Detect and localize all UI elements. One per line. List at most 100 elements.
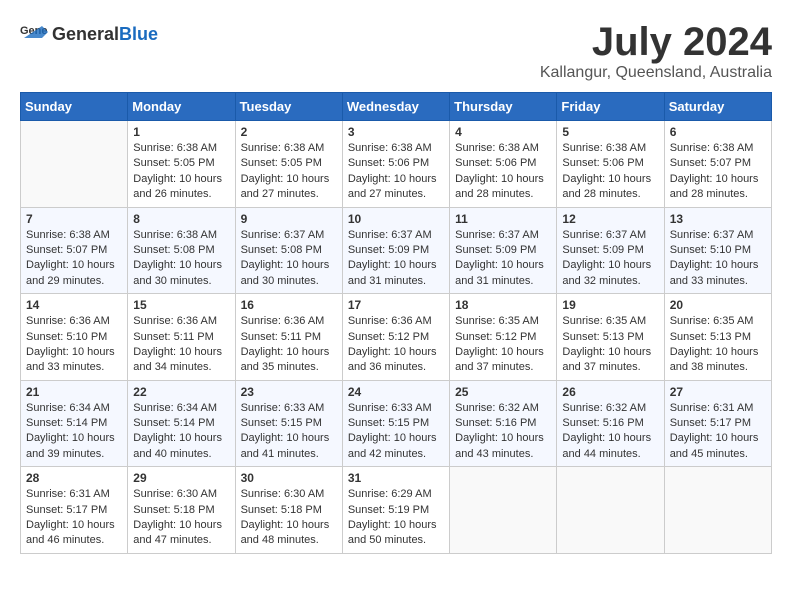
day-number: 5 [562, 125, 658, 139]
sunset-text: Sunset: 5:07 PM [670, 157, 751, 169]
daylight-text: Daylight: 10 hours and 38 minutes. [670, 346, 759, 373]
daylight-text: Daylight: 10 hours and 30 minutes. [241, 259, 330, 286]
sunset-text: Sunset: 5:15 PM [241, 417, 322, 429]
sunset-text: Sunset: 5:06 PM [562, 157, 643, 169]
col-header-thursday: Thursday [450, 93, 557, 121]
sunrise-text: Sunrise: 6:38 AM [241, 142, 325, 154]
day-number: 11 [455, 212, 551, 226]
sunrise-text: Sunrise: 6:38 AM [26, 229, 110, 241]
sunset-text: Sunset: 5:14 PM [133, 417, 214, 429]
sunset-text: Sunset: 5:13 PM [562, 331, 643, 343]
calendar-cell: 28 Sunrise: 6:31 AM Sunset: 5:17 PM Dayl… [21, 467, 128, 554]
calendar-cell [664, 467, 771, 554]
sunset-text: Sunset: 5:10 PM [26, 331, 107, 343]
cell-info: Sunrise: 6:33 AM Sunset: 5:15 PM Dayligh… [241, 401, 337, 463]
sunset-text: Sunset: 5:06 PM [455, 157, 536, 169]
day-number: 19 [562, 298, 658, 312]
calendar-cell: 10 Sunrise: 6:37 AM Sunset: 5:09 PM Dayl… [342, 207, 449, 294]
day-number: 17 [348, 298, 444, 312]
calendar-header-row: SundayMondayTuesdayWednesdayThursdayFrid… [21, 93, 772, 121]
cell-info: Sunrise: 6:32 AM Sunset: 5:16 PM Dayligh… [562, 401, 658, 463]
day-number: 20 [670, 298, 766, 312]
sunset-text: Sunset: 5:11 PM [133, 331, 214, 343]
sunset-text: Sunset: 5:09 PM [348, 244, 429, 256]
sunset-text: Sunset: 5:14 PM [26, 417, 107, 429]
day-number: 21 [26, 385, 122, 399]
day-number: 14 [26, 298, 122, 312]
sunset-text: Sunset: 5:10 PM [670, 244, 751, 256]
cell-info: Sunrise: 6:37 AM Sunset: 5:08 PM Dayligh… [241, 228, 337, 290]
day-number: 2 [241, 125, 337, 139]
cell-info: Sunrise: 6:38 AM Sunset: 5:06 PM Dayligh… [348, 141, 444, 203]
sunset-text: Sunset: 5:05 PM [133, 157, 214, 169]
cell-info: Sunrise: 6:38 AM Sunset: 5:06 PM Dayligh… [455, 141, 551, 203]
calendar-week-5: 28 Sunrise: 6:31 AM Sunset: 5:17 PM Dayl… [21, 467, 772, 554]
calendar-cell: 22 Sunrise: 6:34 AM Sunset: 5:14 PM Dayl… [128, 380, 235, 467]
cell-info: Sunrise: 6:31 AM Sunset: 5:17 PM Dayligh… [670, 401, 766, 463]
sunset-text: Sunset: 5:07 PM [26, 244, 107, 256]
sunrise-text: Sunrise: 6:38 AM [348, 142, 432, 154]
daylight-text: Daylight: 10 hours and 50 minutes. [348, 519, 437, 546]
calendar-cell: 3 Sunrise: 6:38 AM Sunset: 5:06 PM Dayli… [342, 121, 449, 208]
cell-info: Sunrise: 6:36 AM Sunset: 5:10 PM Dayligh… [26, 314, 122, 376]
cell-info: Sunrise: 6:37 AM Sunset: 5:09 PM Dayligh… [562, 228, 658, 290]
cell-info: Sunrise: 6:34 AM Sunset: 5:14 PM Dayligh… [26, 401, 122, 463]
col-header-saturday: Saturday [664, 93, 771, 121]
sunset-text: Sunset: 5:18 PM [133, 504, 214, 516]
day-number: 27 [670, 385, 766, 399]
sunrise-text: Sunrise: 6:35 AM [562, 315, 646, 327]
daylight-text: Daylight: 10 hours and 31 minutes. [455, 259, 544, 286]
sunrise-text: Sunrise: 6:33 AM [348, 402, 432, 414]
cell-info: Sunrise: 6:38 AM Sunset: 5:05 PM Dayligh… [241, 141, 337, 203]
calendar-cell: 7 Sunrise: 6:38 AM Sunset: 5:07 PM Dayli… [21, 207, 128, 294]
day-number: 13 [670, 212, 766, 226]
sunset-text: Sunset: 5:08 PM [133, 244, 214, 256]
sunrise-text: Sunrise: 6:32 AM [562, 402, 646, 414]
sunrise-text: Sunrise: 6:30 AM [241, 488, 325, 500]
calendar-cell: 14 Sunrise: 6:36 AM Sunset: 5:10 PM Dayl… [21, 294, 128, 381]
sunset-text: Sunset: 5:05 PM [241, 157, 322, 169]
sunrise-text: Sunrise: 6:37 AM [241, 229, 325, 241]
title-block: July 2024 Kallangur, Queensland, Austral… [540, 20, 772, 82]
logo-icon: General [20, 20, 48, 48]
sunrise-text: Sunrise: 6:33 AM [241, 402, 325, 414]
cell-info: Sunrise: 6:35 AM Sunset: 5:13 PM Dayligh… [562, 314, 658, 376]
sunset-text: Sunset: 5:17 PM [26, 504, 107, 516]
cell-info: Sunrise: 6:36 AM Sunset: 5:11 PM Dayligh… [133, 314, 229, 376]
col-header-friday: Friday [557, 93, 664, 121]
sunrise-text: Sunrise: 6:37 AM [670, 229, 754, 241]
day-number: 7 [26, 212, 122, 226]
calendar-cell: 17 Sunrise: 6:36 AM Sunset: 5:12 PM Dayl… [342, 294, 449, 381]
calendar-cell: 4 Sunrise: 6:38 AM Sunset: 5:06 PM Dayli… [450, 121, 557, 208]
sunset-text: Sunset: 5:16 PM [562, 417, 643, 429]
daylight-text: Daylight: 10 hours and 29 minutes. [26, 259, 115, 286]
sunset-text: Sunset: 5:19 PM [348, 504, 429, 516]
calendar-cell [450, 467, 557, 554]
cell-info: Sunrise: 6:29 AM Sunset: 5:19 PM Dayligh… [348, 487, 444, 549]
sunrise-text: Sunrise: 6:38 AM [670, 142, 754, 154]
cell-info: Sunrise: 6:38 AM Sunset: 5:07 PM Dayligh… [26, 228, 122, 290]
sunset-text: Sunset: 5:08 PM [241, 244, 322, 256]
daylight-text: Daylight: 10 hours and 43 minutes. [455, 432, 544, 459]
calendar-cell: 30 Sunrise: 6:30 AM Sunset: 5:18 PM Dayl… [235, 467, 342, 554]
daylight-text: Daylight: 10 hours and 36 minutes. [348, 346, 437, 373]
day-number: 1 [133, 125, 229, 139]
cell-info: Sunrise: 6:36 AM Sunset: 5:12 PM Dayligh… [348, 314, 444, 376]
sunrise-text: Sunrise: 6:35 AM [455, 315, 539, 327]
sunset-text: Sunset: 5:12 PM [455, 331, 536, 343]
day-number: 10 [348, 212, 444, 226]
col-header-wednesday: Wednesday [342, 93, 449, 121]
day-number: 24 [348, 385, 444, 399]
day-number: 18 [455, 298, 551, 312]
day-number: 9 [241, 212, 337, 226]
calendar-cell: 19 Sunrise: 6:35 AM Sunset: 5:13 PM Dayl… [557, 294, 664, 381]
cell-info: Sunrise: 6:33 AM Sunset: 5:15 PM Dayligh… [348, 401, 444, 463]
sunrise-text: Sunrise: 6:32 AM [455, 402, 539, 414]
calendar-cell: 18 Sunrise: 6:35 AM Sunset: 5:12 PM Dayl… [450, 294, 557, 381]
daylight-text: Daylight: 10 hours and 33 minutes. [26, 346, 115, 373]
cell-info: Sunrise: 6:37 AM Sunset: 5:09 PM Dayligh… [455, 228, 551, 290]
cell-info: Sunrise: 6:30 AM Sunset: 5:18 PM Dayligh… [241, 487, 337, 549]
calendar-cell: 11 Sunrise: 6:37 AM Sunset: 5:09 PM Dayl… [450, 207, 557, 294]
calendar-cell: 31 Sunrise: 6:29 AM Sunset: 5:19 PM Dayl… [342, 467, 449, 554]
calendar-table: SundayMondayTuesdayWednesdayThursdayFrid… [20, 92, 772, 554]
